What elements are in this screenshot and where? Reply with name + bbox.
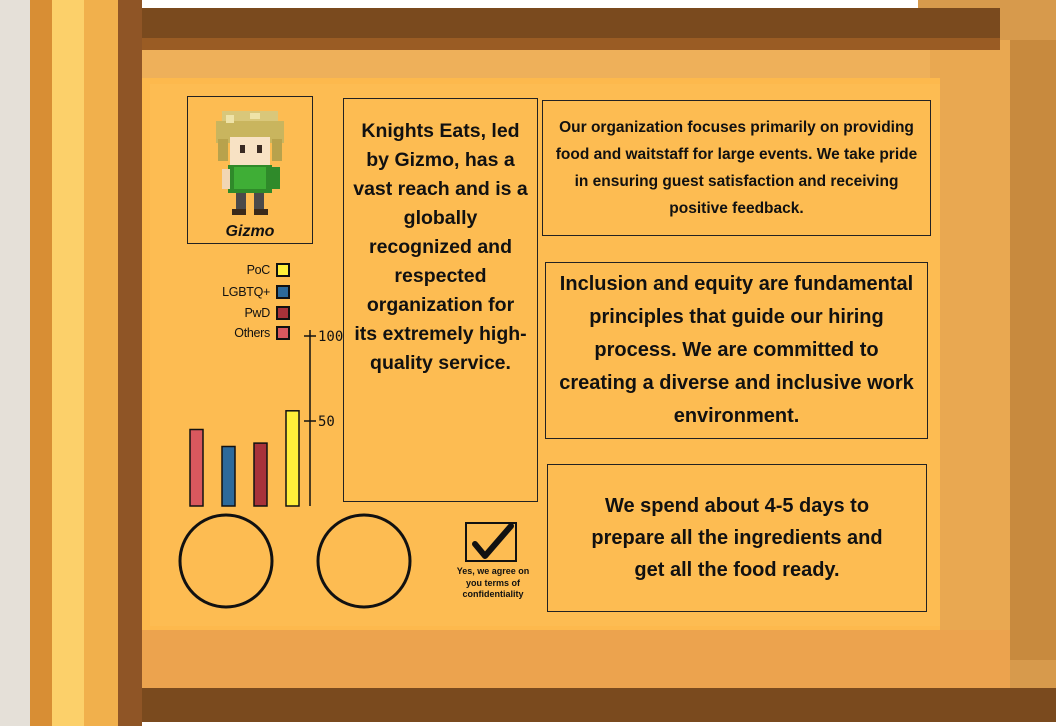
legend-label: PoC bbox=[246, 263, 271, 277]
inclusion-panel: Inclusion and equity are fundamental pri… bbox=[545, 262, 928, 439]
about-panel: Knights Eats, led by Gizmo, has a vast r… bbox=[343, 98, 538, 502]
legend-item-pwd: PwD bbox=[228, 306, 290, 320]
chart-tick-label: 100 bbox=[318, 329, 343, 345]
legend-label: PwD bbox=[244, 306, 271, 320]
confidentiality-label: Yes, we agree on you terms of confidenti… bbox=[456, 566, 530, 599]
scroll-left-roll-shade bbox=[30, 0, 52, 726]
scroll-left-roll-edge bbox=[118, 0, 142, 726]
diversity-bar-chart: 50 100 bbox=[189, 329, 343, 507]
prep-panel: We spend about 4-5 days to prepare all t… bbox=[547, 464, 927, 612]
legend-item-poc: PoC bbox=[228, 263, 290, 277]
chart-bar-pwd bbox=[253, 442, 268, 507]
scroll-bottom-rod bbox=[0, 688, 1056, 722]
about-text: Knights Eats, led by Gizmo, has a vast r… bbox=[353, 120, 528, 374]
scroll-left-roll-highlight bbox=[52, 0, 84, 726]
legend-swatch-poc bbox=[276, 263, 290, 277]
legend-swatch-pwd bbox=[276, 306, 290, 320]
parchment-bottom-band bbox=[130, 630, 1010, 688]
circle-placeholder-right[interactable] bbox=[315, 512, 413, 610]
circle-placeholder-left[interactable] bbox=[177, 512, 275, 610]
scroll-top-rod bbox=[0, 8, 1000, 42]
legend-item-lgbtq: LGBTQ+ bbox=[208, 285, 290, 299]
character-name: Gizmo bbox=[225, 223, 275, 240]
chart-bar-poc bbox=[285, 410, 300, 507]
scroll-top-rod-shadow bbox=[130, 38, 1000, 50]
focus-text: Our organization focuses primarily on pr… bbox=[555, 119, 918, 217]
legend-swatch-lgbtq bbox=[276, 285, 290, 299]
scroll-right-roll-shade bbox=[1010, 40, 1056, 660]
portrait-frame: Gizmo bbox=[187, 96, 313, 244]
inclusion-text: Inclusion and equity are fundamental pri… bbox=[559, 273, 914, 427]
left-margin bbox=[0, 0, 30, 726]
checkmark-icon bbox=[472, 523, 514, 559]
chart-bar-others bbox=[189, 428, 204, 507]
prep-text: We spend about 4-5 days to prepare all t… bbox=[591, 495, 883, 581]
confidentiality-checkbox[interactable] bbox=[465, 522, 517, 562]
legend-label: LGBTQ+ bbox=[222, 285, 270, 299]
focus-panel: Our organization focuses primarily on pr… bbox=[542, 100, 931, 236]
chart-tick-label: 50 bbox=[318, 414, 335, 430]
chart-bar-lgbtq bbox=[221, 445, 236, 507]
gizmo-sprite-icon bbox=[216, 111, 284, 215]
